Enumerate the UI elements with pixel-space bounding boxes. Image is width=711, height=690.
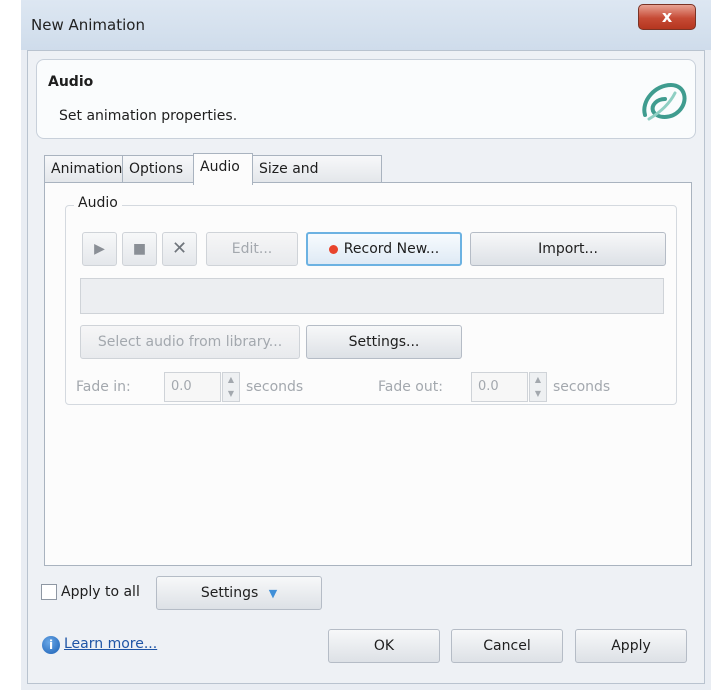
fade-in-seconds-label: seconds <box>246 379 304 395</box>
footer-settings-button[interactable]: Settings ▼ <box>156 576 322 610</box>
apply-to-all-checkbox[interactable] <box>41 584 57 600</box>
delete-button[interactable]: ✕ <box>162 232 197 266</box>
fade-in-input[interactable]: 0.0 <box>164 372 221 402</box>
tab-animation[interactable]: Animation <box>44 155 123 183</box>
play-button[interactable]: ▶ <box>82 232 117 266</box>
stop-button[interactable]: ■ <box>122 232 157 266</box>
import-button[interactable]: Import... <box>470 232 666 266</box>
delete-icon: ✕ <box>171 238 188 259</box>
learn-more-link[interactable]: Learn more... <box>64 636 157 652</box>
fade-out-label: Fade out: <box>378 379 443 395</box>
chevron-down-icon: ▼ <box>268 587 278 600</box>
spin-down-icon: ▼ <box>227 389 235 398</box>
close-button[interactable]: x <box>638 4 696 30</box>
footer-settings-label: Settings <box>200 585 259 601</box>
fade-out-spinner[interactable]: ▲ ▼ <box>529 372 547 402</box>
audio-tab-panel: Audio ▶ ■ ✕ Edit... Record New... Import… <box>44 182 692 566</box>
audio-group-legend: Audio <box>74 195 122 211</box>
window-title: New Animation <box>31 16 145 34</box>
edit-button[interactable]: Edit... <box>206 232 298 266</box>
dialog-window: New Animation x Audio Set animation prop… <box>21 0 711 690</box>
header-banner: Audio Set animation properties. <box>36 59 696 139</box>
ok-button[interactable]: OK <box>328 629 440 663</box>
select-audio-from-library-button[interactable]: Select audio from library... <box>80 325 300 359</box>
header-subtitle: Set animation properties. <box>59 108 238 124</box>
tab-options[interactable]: Options <box>122 155 194 183</box>
audio-settings-button[interactable]: Settings... <box>306 325 462 359</box>
apply-button[interactable]: Apply <box>575 629 687 663</box>
fade-in-spinner[interactable]: ▲ ▼ <box>222 372 240 402</box>
audio-group-box: Audio ▶ ■ ✕ Edit... Record New... Import… <box>65 195 677 405</box>
cancel-button[interactable]: Cancel <box>451 629 563 663</box>
spin-down-icon: ▼ <box>534 389 542 398</box>
dialog-body: Audio Set animation properties. Animatio… <box>27 50 705 684</box>
record-icon <box>328 244 338 254</box>
fade-out-seconds-label: seconds <box>553 379 611 395</box>
stop-icon: ■ <box>132 241 147 257</box>
info-icon: i <box>42 636 60 654</box>
tab-size-and-position[interactable]: Size and Position <box>252 155 382 203</box>
fade-in-label: Fade in: <box>76 379 131 395</box>
app-logo-icon <box>642 82 687 121</box>
audio-file-display <box>80 278 664 314</box>
fade-out-input[interactable]: 0.0 <box>471 372 528 402</box>
spin-up-icon: ▲ <box>227 375 235 384</box>
record-new-button[interactable]: Record New... <box>306 232 462 266</box>
record-new-label: Record New... <box>343 241 440 257</box>
header-title: Audio <box>48 74 94 90</box>
title-bar[interactable]: New Animation x <box>21 0 711 50</box>
apply-to-all-label: Apply to all <box>61 584 140 600</box>
play-icon: ▶ <box>94 241 105 257</box>
tab-audio[interactable]: Audio <box>193 153 253 185</box>
spin-up-icon: ▲ <box>534 375 542 384</box>
